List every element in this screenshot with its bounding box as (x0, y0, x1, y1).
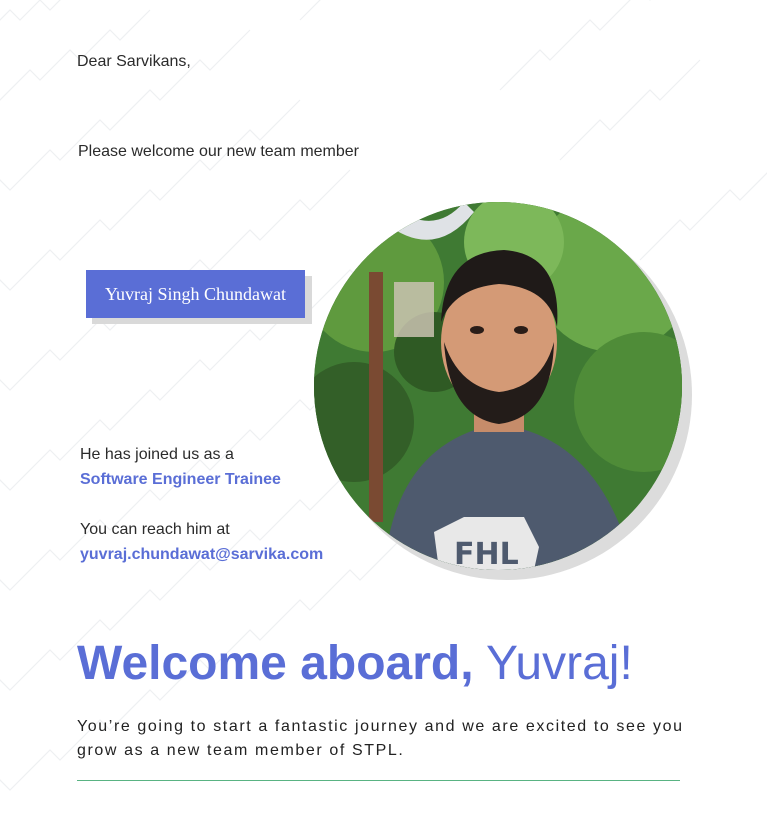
tagline: You’re going to start a fantastic journe… (77, 718, 684, 759)
contact-intro-text: You can reach him at (80, 521, 230, 538)
shirt-print-text: FHL (454, 537, 519, 570)
welcome-headline-bold: Welcome aboard, (77, 637, 474, 690)
welcome-headline-name: Yuvraj! (486, 637, 633, 690)
member-name: Yuvraj Singh Chundawat (105, 283, 286, 304)
member-photo-illustration: FHL (314, 202, 682, 570)
member-photo: FHL (314, 202, 682, 570)
divider (77, 780, 680, 781)
greeting: Dear Sarvikans, (77, 53, 191, 70)
welcome-headline: Welcome aboard, Yuvraj! (77, 637, 633, 691)
intro-text: Please welcome our new team member (78, 143, 360, 160)
role-intro-text: He has joined us as a (80, 446, 234, 463)
member-name-box: Yuvraj Singh Chundawat (86, 270, 305, 318)
job-title: Software Engineer Trainee (80, 471, 281, 488)
email-link[interactable]: yuvraj.chundawat@sarvika.com (80, 546, 323, 564)
